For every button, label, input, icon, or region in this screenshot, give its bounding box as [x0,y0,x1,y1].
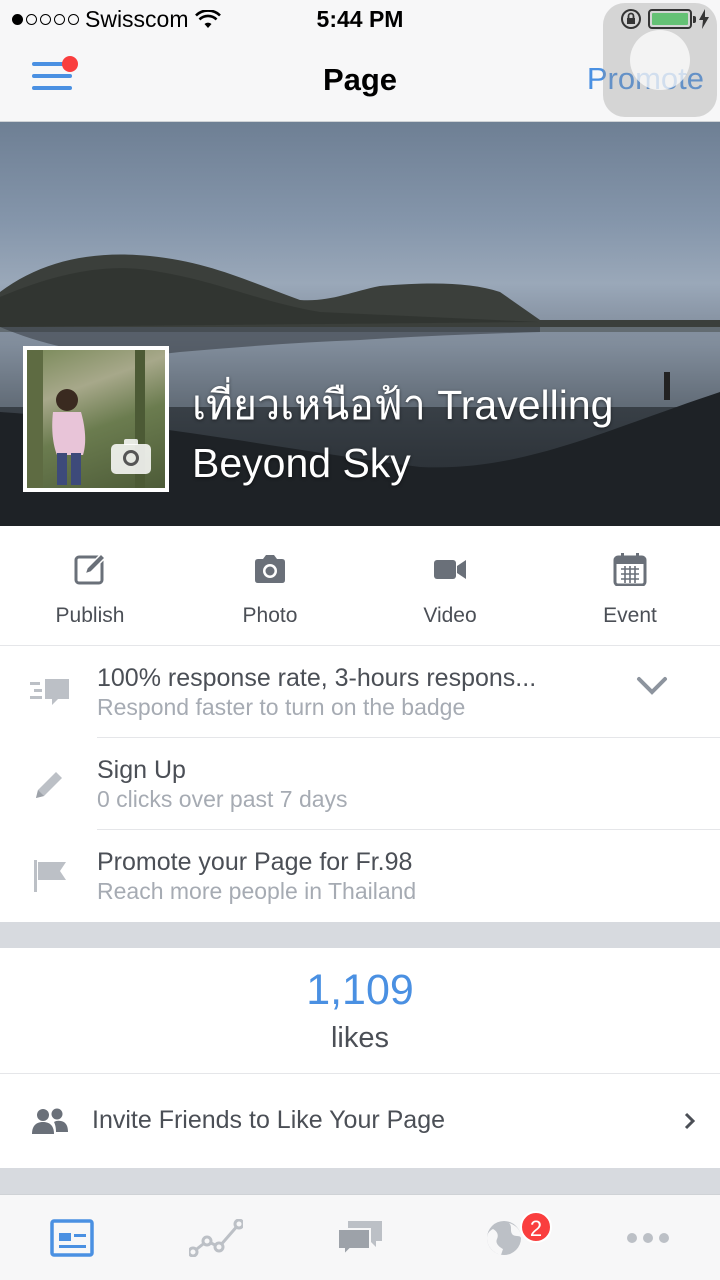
section-separator-bottom [0,1168,720,1194]
tab-bar: 2 [0,1194,720,1280]
likes-count: 1,109 [306,966,414,1014]
page-actions: Publish Photo Video Event [0,526,720,646]
promote-page-row[interactable]: Promote your Page for Fr.98 Reach more p… [0,830,720,922]
response-rate-subtitle: Respond faster to turn on the badge [97,694,466,720]
video-camera-icon [434,560,466,579]
page-icon [50,1219,94,1257]
sign-up-row[interactable]: Sign Up 0 clicks over past 7 days [0,738,720,830]
chevron-right-icon [684,1112,696,1130]
photo-label: Photo [242,604,298,627]
response-rate-title: 100% response rate, 3-hours respons... [97,664,537,692]
promote-page-title: Promote your Page for Fr.98 [97,848,413,876]
messages-icon [337,1221,382,1257]
profile-picture[interactable] [23,346,169,492]
wifi-icon [194,9,221,28]
publish-label: Publish [55,604,125,627]
tab-insights[interactable] [144,1195,288,1280]
assistive-touch-button[interactable] [603,3,717,117]
notifications-badge: 2 [520,1211,552,1243]
insights-icon [189,1219,243,1257]
event-button[interactable]: Event [540,526,720,645]
more-icon [627,1233,669,1243]
tab-page[interactable] [0,1195,144,1280]
promote-page-subtitle: Reach more people in Thailand [97,878,417,904]
message-bubble-icon [30,679,69,705]
response-rate-row[interactable]: 100% response rate, 3-hours respons... R… [0,646,720,738]
menu-icon[interactable] [32,56,78,96]
invite-friends-label: Invite Friends to Like Your Page [92,1106,446,1134]
likes-label: likes [330,1022,389,1054]
menu-notification-dot [62,56,78,72]
likes-summary[interactable]: 1,109 likes [0,950,720,1074]
section-separator [0,922,720,948]
sign-up-title: Sign Up [97,756,186,784]
page-name: เที่ยวเหนือฟ้า Travelling Beyond Sky [192,382,614,486]
invite-friends-row[interactable]: Invite Friends to Like Your Page [0,1074,720,1168]
tab-messages[interactable] [288,1195,432,1280]
friends-icon [32,1108,68,1134]
notifications-globe-icon [487,1221,521,1255]
photo-button[interactable]: Photo [180,526,360,645]
compose-icon [74,552,107,585]
calendar-icon [613,553,647,586]
camera-icon [255,555,285,583]
cover-photo[interactable]: เที่ยวเหนือฟ้า Travelling Beyond Sky [0,122,720,526]
event-label: Event [603,604,657,627]
flag-icon [34,860,66,892]
publish-button[interactable]: Publish [0,526,180,645]
carrier-info: Swisscom [12,6,221,33]
chevron-down-icon[interactable] [636,676,668,696]
sign-up-subtitle: 0 clicks over past 7 days [97,786,348,812]
video-label: Video [423,604,477,627]
tab-more[interactable] [576,1195,720,1280]
tab-notifications[interactable]: 2 [432,1195,576,1280]
carrier-name: Swisscom [85,6,189,32]
camera-icon[interactable] [111,439,151,474]
signal-strength-icon [12,14,79,25]
video-button[interactable]: Video [360,526,540,645]
pencil-icon [36,772,62,798]
